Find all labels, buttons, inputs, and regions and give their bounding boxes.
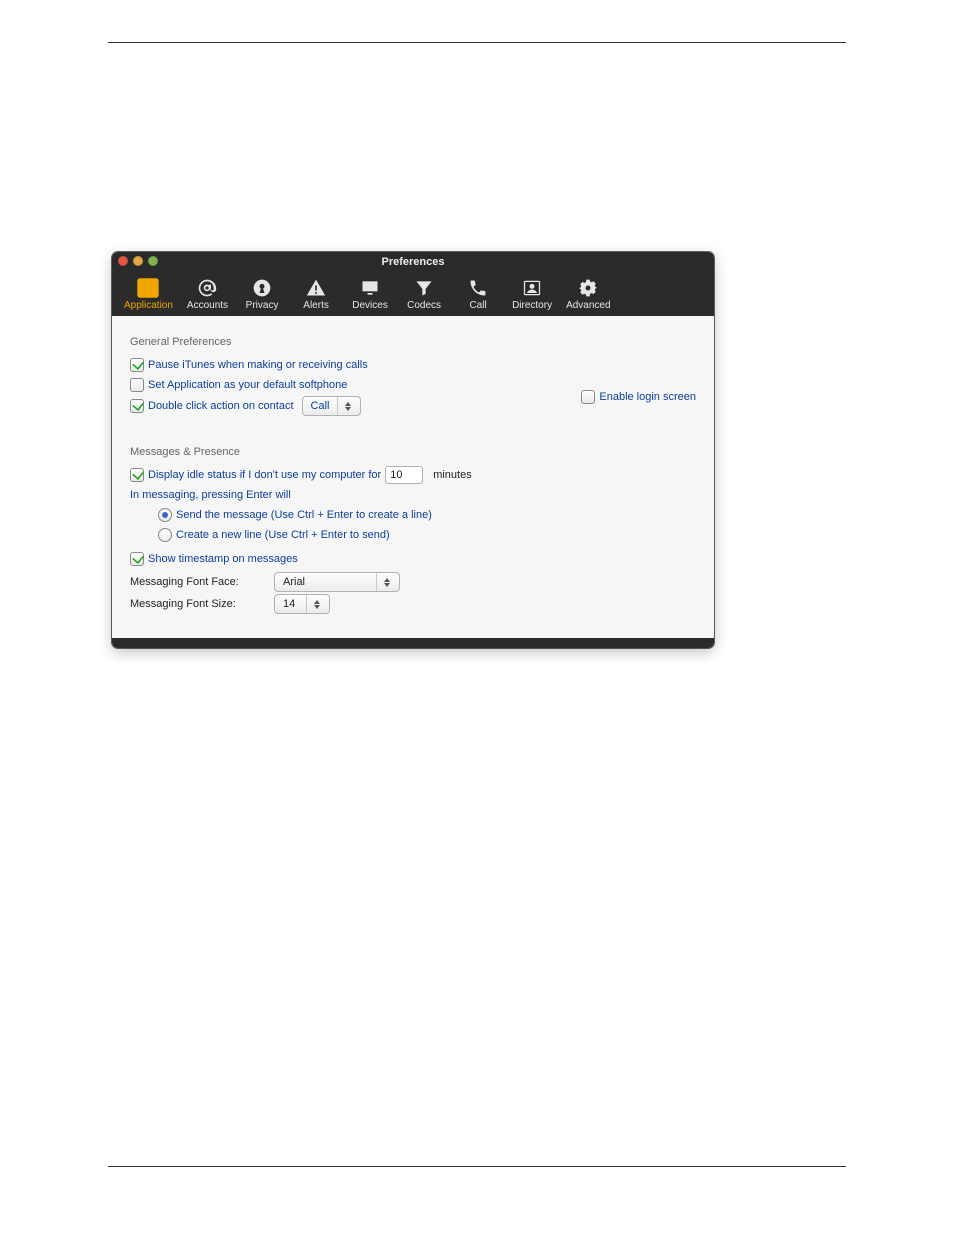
filter-icon — [411, 278, 437, 298]
warning-icon — [303, 278, 329, 298]
show-timestamp-row: Show timestamp on messages — [130, 550, 696, 568]
general-heading: General Preferences — [130, 336, 696, 348]
tab-devices[interactable]: Devices — [344, 276, 396, 314]
application-panel: Enable login screen General Preferences … — [112, 316, 714, 638]
tab-privacy[interactable]: Privacy — [236, 276, 288, 314]
idle-row: Display idle status if I don't use my co… — [130, 466, 696, 484]
close-window-button[interactable] — [118, 256, 128, 266]
pause-itunes-label: Pause iTunes when making or receiving ca… — [148, 356, 368, 374]
double-click-select-value: Call — [311, 397, 330, 415]
font-size-select[interactable]: 14 — [274, 594, 330, 614]
at-sign-icon — [194, 278, 220, 298]
tab-application[interactable]: Application — [118, 276, 179, 314]
enter-option-send: Send the message (Use Ctrl + Enter to cr… — [158, 506, 696, 524]
zoom-window-button[interactable] — [148, 256, 158, 266]
tab-advanced[interactable]: Advanced — [560, 276, 616, 314]
tab-label: Privacy — [246, 300, 279, 311]
font-face-value: Arial — [283, 573, 305, 591]
double-click-select[interactable]: Call — [302, 396, 362, 416]
enter-option-send-radio[interactable] — [158, 508, 172, 522]
tab-alerts[interactable]: Alerts — [290, 276, 342, 314]
enable-login-label: Enable login screen — [599, 391, 696, 403]
chevron-updown-icon — [337, 397, 354, 415]
tab-call[interactable]: Call — [452, 276, 504, 314]
tab-codecs[interactable]: Codecs — [398, 276, 450, 314]
phone-icon — [465, 278, 491, 298]
double-click-label: Double click action on contact — [148, 397, 294, 415]
chevron-updown-icon — [376, 573, 393, 591]
pause-itunes-row: Pause iTunes when making or receiving ca… — [130, 356, 696, 374]
messages-heading: Messages & Presence — [130, 446, 696, 458]
double-click-checkbox[interactable] — [130, 399, 144, 413]
tab-label: Alerts — [303, 300, 329, 311]
enable-login-row: Enable login screen — [581, 390, 696, 404]
window-title: Preferences — [112, 256, 714, 268]
enter-option-newline: Create a new line (Use Ctrl + Enter to s… — [158, 526, 696, 544]
font-size-row: Messaging Font Size: 14 — [130, 594, 696, 614]
page-bottom-rule — [108, 1166, 846, 1167]
pause-itunes-checkbox[interactable] — [130, 358, 144, 372]
enter-option-send-label: Send the message (Use Ctrl + Enter to cr… — [176, 506, 432, 524]
window-controls — [118, 256, 158, 266]
gears-icon — [575, 278, 601, 298]
default-softphone-label: Set Application as your default softphon… — [148, 376, 347, 394]
enable-login-checkbox[interactable] — [581, 390, 595, 404]
idle-prefix: Display idle status if I don't use my co… — [148, 466, 381, 484]
tab-label: Directory — [512, 300, 552, 311]
idle-minutes-input[interactable]: 10 — [385, 466, 423, 484]
preferences-toolbar: Application Accounts Privacy — [112, 272, 714, 316]
font-size-label: Messaging Font Size: — [130, 595, 270, 613]
application-icon — [135, 278, 161, 298]
monitor-icon — [357, 278, 383, 298]
tab-label: Application — [124, 300, 173, 311]
tab-label: Call — [469, 300, 486, 311]
show-timestamp-checkbox[interactable] — [130, 552, 144, 566]
idle-suffix: minutes — [433, 466, 472, 484]
page-top-rule — [108, 42, 846, 43]
enter-option-newline-radio[interactable] — [158, 528, 172, 542]
tab-directory[interactable]: Directory — [506, 276, 558, 314]
titlebar: Preferences — [112, 252, 714, 272]
enter-intro: In messaging, pressing Enter will — [130, 486, 696, 504]
show-timestamp-label: Show timestamp on messages — [148, 550, 298, 568]
person-card-icon — [519, 278, 545, 298]
minimize-window-button[interactable] — [133, 256, 143, 266]
tab-label: Advanced — [566, 300, 610, 311]
keyhole-icon — [249, 278, 275, 298]
font-size-value: 14 — [283, 595, 295, 613]
tab-accounts[interactable]: Accounts — [181, 276, 234, 314]
tab-label: Codecs — [407, 300, 441, 311]
tab-label: Devices — [352, 300, 388, 311]
enter-intro-label: In messaging, pressing Enter will — [130, 486, 291, 504]
window-footer — [112, 638, 714, 648]
default-softphone-checkbox[interactable] — [130, 378, 144, 392]
preferences-window: Preferences Application — [112, 252, 714, 648]
tab-label: Accounts — [187, 300, 228, 311]
font-face-label: Messaging Font Face: — [130, 573, 270, 591]
font-face-row: Messaging Font Face: Arial — [130, 572, 696, 592]
chevron-updown-icon — [306, 595, 323, 613]
idle-minutes-value: 10 — [390, 466, 402, 484]
enter-option-newline-label: Create a new line (Use Ctrl + Enter to s… — [176, 526, 390, 544]
idle-checkbox[interactable] — [130, 468, 144, 482]
font-face-select[interactable]: Arial — [274, 572, 400, 592]
